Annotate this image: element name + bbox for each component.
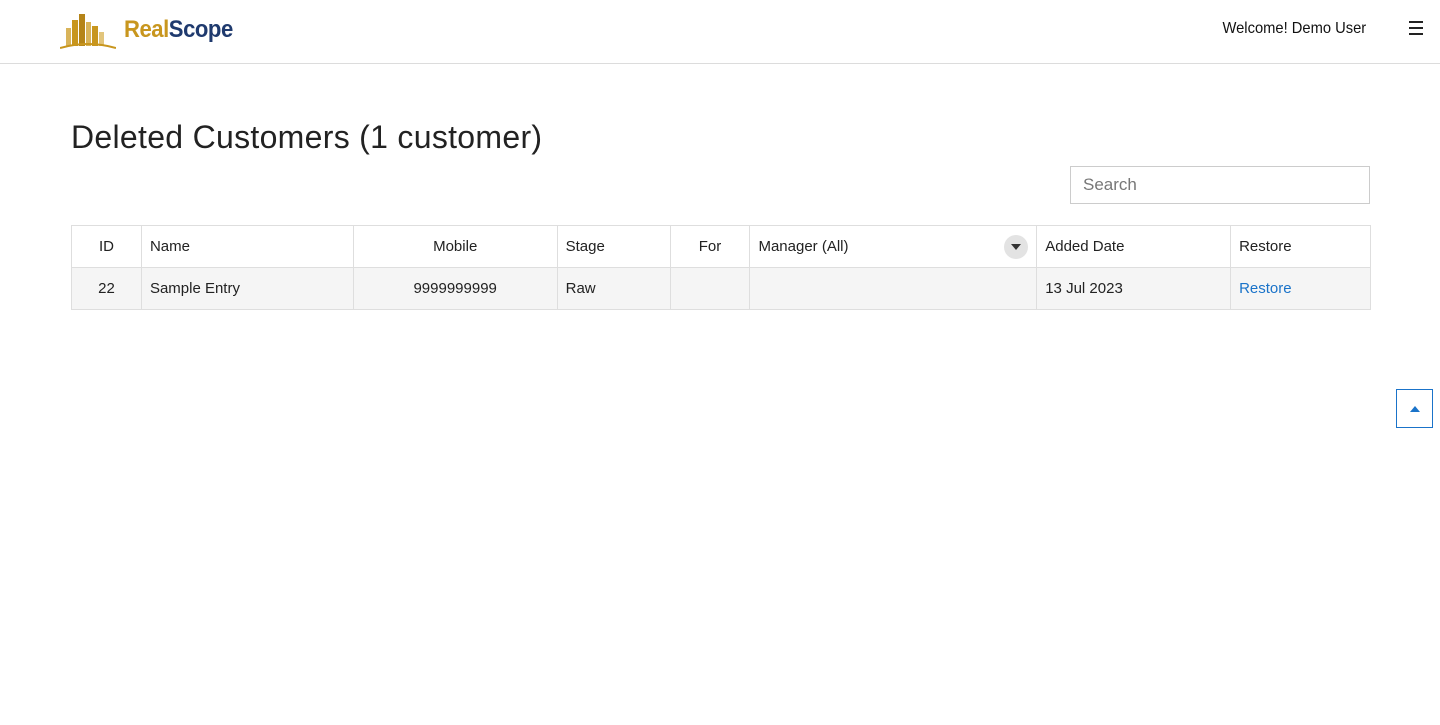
column-header-stage[interactable]: Stage [556, 225, 671, 268]
manager-filter-label: Manager (All) [758, 238, 849, 255]
brand-name: RealScope [124, 16, 233, 43]
top-navbar: RealScope Welcome! Demo User [0, 0, 1440, 64]
column-header-manager: Manager (All) [749, 225, 1038, 268]
cell-manager [749, 267, 1038, 310]
hamburger-menu-icon[interactable] [1409, 21, 1423, 37]
search-input[interactable] [1070, 166, 1370, 204]
column-header-for[interactable]: For [669, 225, 751, 268]
restore-link[interactable]: Restore [1239, 280, 1292, 297]
cell-restore: Restore [1230, 267, 1371, 310]
table-header-row: ID Name Mobile Stage For Manager (All) A… [71, 225, 1371, 268]
welcome-user-text: Welcome! Demo User [1222, 20, 1366, 37]
building-logo-icon [60, 14, 116, 49]
column-header-id[interactable]: ID [71, 225, 142, 268]
cell-mobile: 9999999999 [352, 267, 558, 310]
cell-id: 22 [71, 267, 142, 310]
cell-name: Sample Entry [140, 267, 354, 310]
deleted-customers-table: ID Name Mobile Stage For Manager (All) A… [71, 225, 1371, 310]
column-header-name[interactable]: Name [140, 225, 354, 268]
cell-for [669, 267, 751, 310]
cell-stage: Raw [556, 267, 671, 310]
brand-logo[interactable]: RealScope [60, 10, 242, 50]
chevron-up-icon [1409, 405, 1420, 412]
column-header-restore: Restore [1230, 225, 1371, 268]
column-header-mobile[interactable]: Mobile [352, 225, 558, 268]
column-header-added-date[interactable]: Added Date [1036, 225, 1232, 268]
manager-filter-dropdown-icon[interactable] [1004, 234, 1029, 259]
scroll-to-top-button[interactable] [1396, 389, 1433, 428]
page-title: Deleted Customers (1 customer) [71, 119, 543, 155]
table-row: 22 Sample Entry 9999999999 Raw 13 Jul 20… [71, 267, 1371, 310]
cell-added-date: 13 Jul 2023 [1036, 267, 1232, 310]
